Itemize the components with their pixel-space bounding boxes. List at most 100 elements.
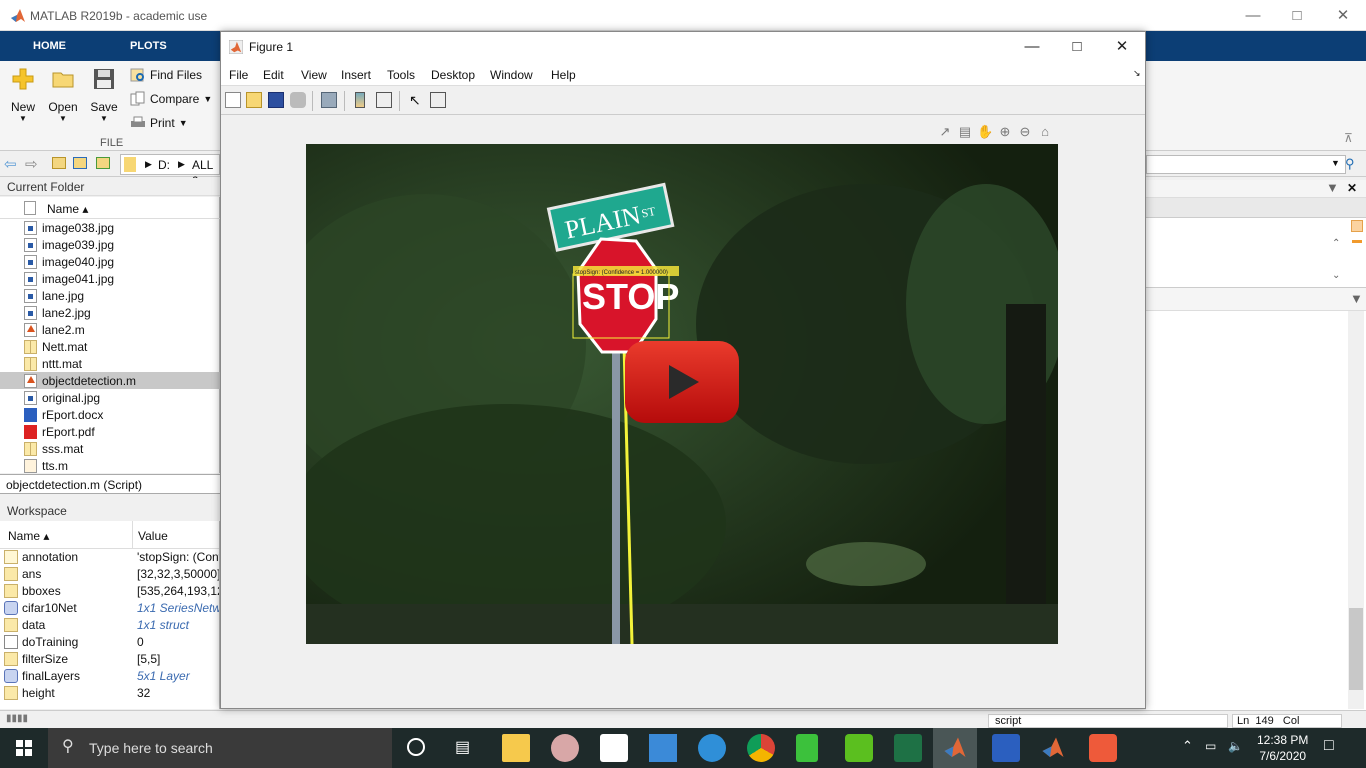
workspace-variable-row[interactable]: finalLayers 5x1 Layer [0, 668, 219, 685]
snipping-tool-app[interactable] [551, 734, 579, 762]
search-icon[interactable]: ⚲ [1345, 156, 1355, 172]
file-list-item[interactable]: sss.mat [0, 440, 220, 457]
compare-button[interactable]: Compare ▼ [130, 91, 212, 107]
menu-desktop[interactable]: Desktop [431, 68, 475, 82]
print-figure-icon[interactable] [290, 92, 306, 108]
windows-start-icon[interactable] [16, 740, 32, 756]
camtasia-recorder-app[interactable] [1089, 734, 1117, 762]
zoom-in-icon[interactable]: ⊕ [997, 124, 1013, 140]
export-icon[interactable]: ↗ [937, 124, 953, 140]
matlab-second-app[interactable] [1041, 736, 1065, 760]
property-editor-icon[interactable] [430, 92, 446, 108]
workspace-variable-row[interactable]: height 32 [0, 685, 219, 702]
save-button[interactable]: Save ▼ [84, 67, 124, 123]
current-folder-path[interactable]: ▶ D: ▶ ALL c [120, 154, 220, 186]
new-button[interactable]: New ▼ [3, 67, 43, 123]
print-button[interactable]: Print ▼ [130, 115, 188, 131]
browse-folder-icon[interactable] [73, 157, 87, 169]
dock-figure-icon[interactable]: ↘ [1133, 68, 1141, 79]
file-list-item[interactable]: rEport.docx [0, 406, 220, 423]
file-list-item[interactable]: lane2.jpg [0, 304, 220, 321]
link-plot-icon[interactable] [321, 92, 337, 108]
menu-insert[interactable]: Insert [341, 68, 371, 82]
panel-options-icon[interactable]: ▼ [1350, 291, 1363, 306]
video-play-button[interactable] [623, 339, 741, 425]
action-center-icon[interactable]: □ [1324, 737, 1334, 755]
system-clock[interactable]: 12:38 PM 7/6/2020 [1257, 732, 1308, 764]
green-pipe-app[interactable] [796, 734, 818, 762]
edit-plot-cursor-icon[interactable]: ↖ [409, 92, 425, 108]
show-hidden-icons-chevron[interactable]: ⌃ [1182, 738, 1193, 754]
file-list-item[interactable]: image041.jpg [0, 270, 220, 287]
menu-edit[interactable]: Edit [263, 68, 284, 82]
file-list-item[interactable]: objectdetection.m [0, 372, 220, 389]
figure-maximize-button[interactable]: □ [1062, 37, 1092, 57]
new-figure-icon[interactable] [225, 92, 241, 108]
file-list-item[interactable]: Nett.mat [0, 338, 220, 355]
menu-file[interactable]: File [229, 68, 248, 82]
minimize-button[interactable]: — [1238, 6, 1268, 26]
collapse-ribbon-icon[interactable]: ⊼ [1344, 131, 1353, 145]
code-analyzer-indicator[interactable] [1351, 220, 1363, 232]
zoom-out-icon[interactable]: ⊖ [1017, 124, 1033, 140]
workspace-variable-row[interactable]: data 1x1 struct [0, 617, 219, 634]
cortana-icon[interactable] [407, 738, 425, 756]
edge-browser-app[interactable] [698, 734, 726, 762]
pan-hand-icon[interactable]: ✋ [977, 124, 993, 140]
panel-options-icon[interactable]: ▼ [1326, 180, 1339, 195]
scrollbar-thumb[interactable] [1349, 608, 1363, 690]
workspace-name-column[interactable]: Name ▴ [8, 529, 49, 543]
name-column-header[interactable]: Name ▴ [47, 202, 88, 216]
insert-legend-icon[interactable] [376, 92, 392, 108]
menu-view[interactable]: View [301, 68, 327, 82]
menu-tools[interactable]: Tools [387, 68, 415, 82]
taskbar-search-box[interactable]: ⚲ Type here to search [48, 728, 392, 768]
camtasia-green-app[interactable] [845, 734, 873, 762]
close-button[interactable]: ✕ [1328, 6, 1358, 26]
file-list-item[interactable]: lane.jpg [0, 287, 220, 304]
scroll-up-icon[interactable]: ⌃ [1332, 238, 1340, 249]
workspace-value-column[interactable]: Value [138, 529, 168, 543]
figure-close-button[interactable]: ✕ [1107, 37, 1137, 57]
battery-icon[interactable]: ▭ [1205, 739, 1216, 753]
microsoft-store-app[interactable] [600, 734, 628, 762]
path-dropdown[interactable]: ▼ [1146, 155, 1346, 174]
control-panel-app[interactable] [649, 734, 677, 762]
task-view-icon[interactable]: ▤ [455, 737, 470, 757]
word-app[interactable] [992, 734, 1020, 762]
file-list-item[interactable]: nttt.mat [0, 355, 220, 372]
back-arrow-icon[interactable]: ⇦ [4, 155, 17, 173]
chrome-browser-app[interactable] [747, 734, 775, 762]
workspace-variable-row[interactable]: ans [32,32,3,50000] [0, 566, 219, 583]
workspace-variable-row[interactable]: filterSize [5,5] [0, 651, 219, 668]
data-tips-icon[interactable]: ▤ [957, 124, 973, 140]
workspace-variable-row[interactable]: bboxes [535,264,193,128 [0, 583, 219, 600]
menu-help[interactable]: Help [551, 68, 576, 82]
warning-marker[interactable] [1352, 240, 1362, 243]
workspace-variable-row[interactable]: annotation 'stopSign: (Conf [0, 549, 219, 566]
file-list-item[interactable]: lane2.m [0, 321, 220, 338]
home-icon[interactable]: ⌂ [1037, 124, 1053, 140]
column-divider[interactable] [132, 521, 133, 549]
chevron-down-icon[interactable]: ▼ [1331, 158, 1340, 168]
folder-action-icon[interactable] [96, 157, 110, 169]
file-explorer-app[interactable] [502, 734, 530, 762]
open-file-icon[interactable] [246, 92, 262, 108]
open-button[interactable]: Open ▼ [43, 67, 83, 123]
tab-home[interactable]: HOME [33, 40, 66, 52]
file-list-item[interactable]: image038.jpg [0, 219, 220, 236]
workspace-variable-row[interactable]: doTraining 0 [0, 634, 219, 651]
volume-icon[interactable]: 🔈 [1228, 739, 1243, 753]
file-list-item[interactable]: rEport.pdf [0, 423, 220, 440]
workspace-variable-row[interactable]: cifar10Net 1x1 SeriesNetwo [0, 600, 219, 617]
up-folder-icon[interactable] [52, 157, 66, 169]
save-figure-icon[interactable] [268, 92, 284, 108]
forward-arrow-icon[interactable]: ⇨ [25, 155, 38, 173]
file-list-item[interactable]: tts.m [0, 457, 220, 474]
insert-colorbar-icon[interactable] [355, 92, 365, 108]
find-files-button[interactable]: Find Files [130, 67, 202, 83]
tab-plots[interactable]: PLOTS [130, 40, 167, 52]
figure-minimize-button[interactable]: — [1017, 37, 1047, 57]
scroll-down-icon[interactable]: ⌄ [1332, 270, 1340, 281]
editor-area[interactable]: ⌃ ⌄ [1146, 218, 1340, 284]
